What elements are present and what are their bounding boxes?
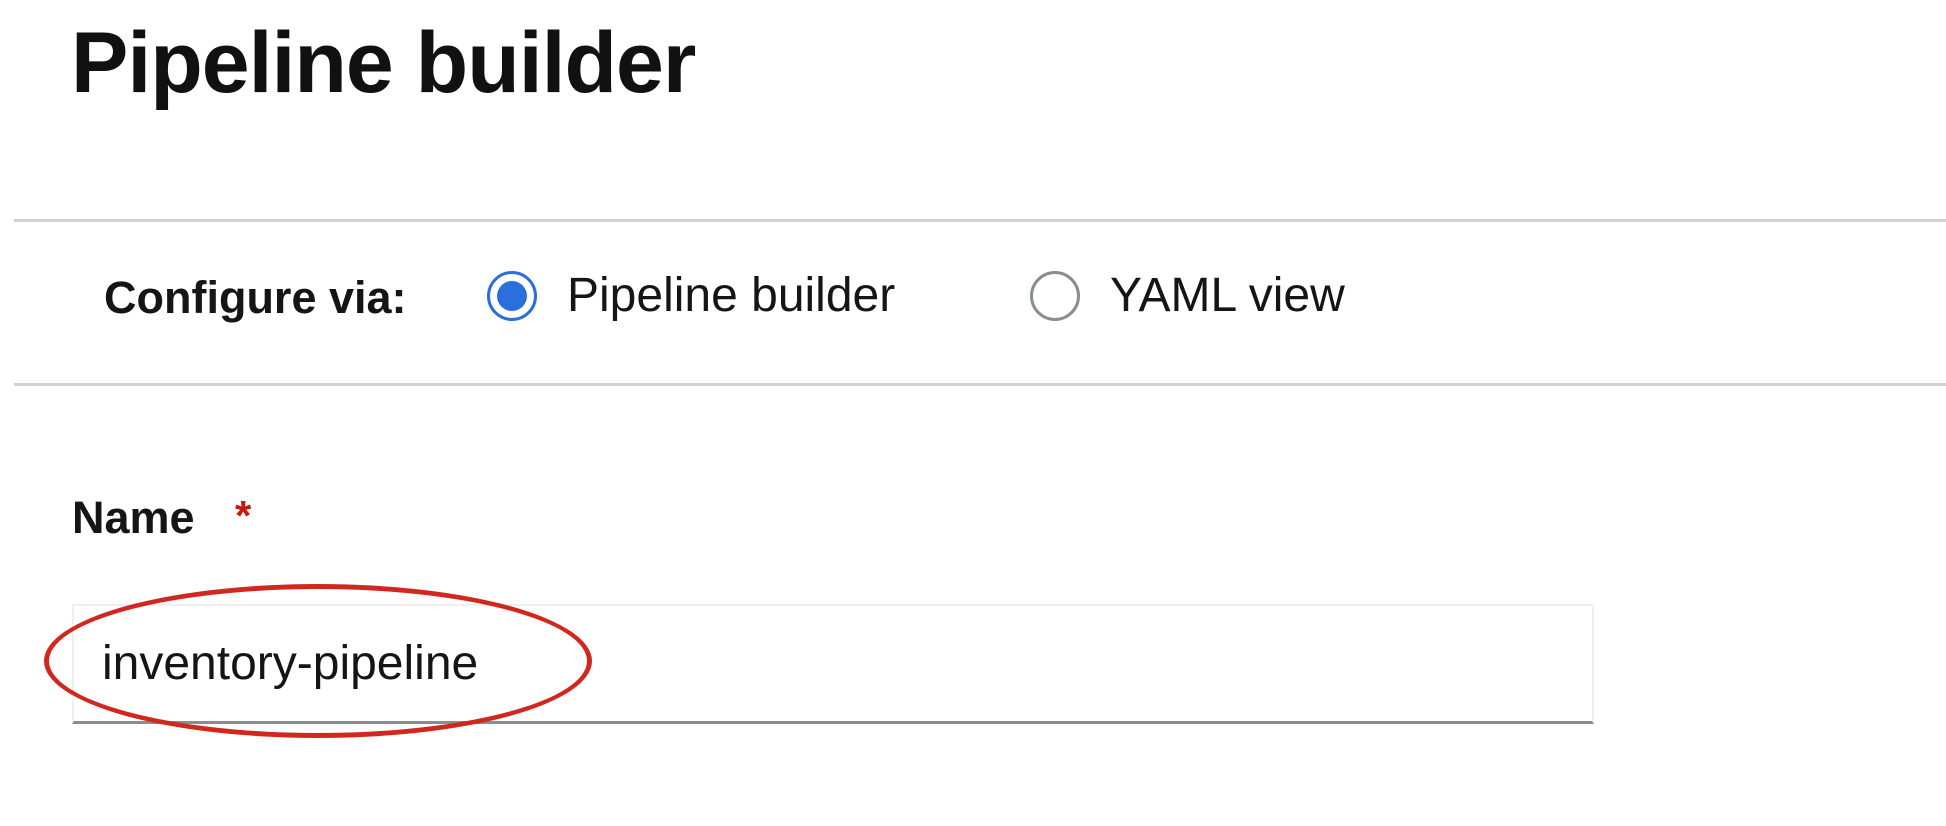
radio-option-pipeline-builder[interactable]: Pipeline builder	[487, 266, 895, 326]
section-divider-top	[14, 219, 1946, 222]
radio-label-pipeline-builder: Pipeline builder	[567, 269, 896, 322]
page-title: Pipeline builder	[71, 15, 696, 111]
section-divider-bottom	[14, 383, 1946, 386]
radio-option-yaml-view[interactable]: YAML view	[1030, 266, 1345, 326]
radio-label-yaml-view: YAML view	[1110, 269, 1345, 322]
name-field-label: Name	[72, 492, 195, 543]
configure-via-label: Configure via:	[104, 272, 407, 323]
required-asterisk: *	[235, 492, 252, 539]
radio-unchecked-icon[interactable]	[1030, 271, 1080, 321]
radio-checked-icon[interactable]	[487, 271, 537, 321]
name-input[interactable]	[72, 604, 1594, 724]
